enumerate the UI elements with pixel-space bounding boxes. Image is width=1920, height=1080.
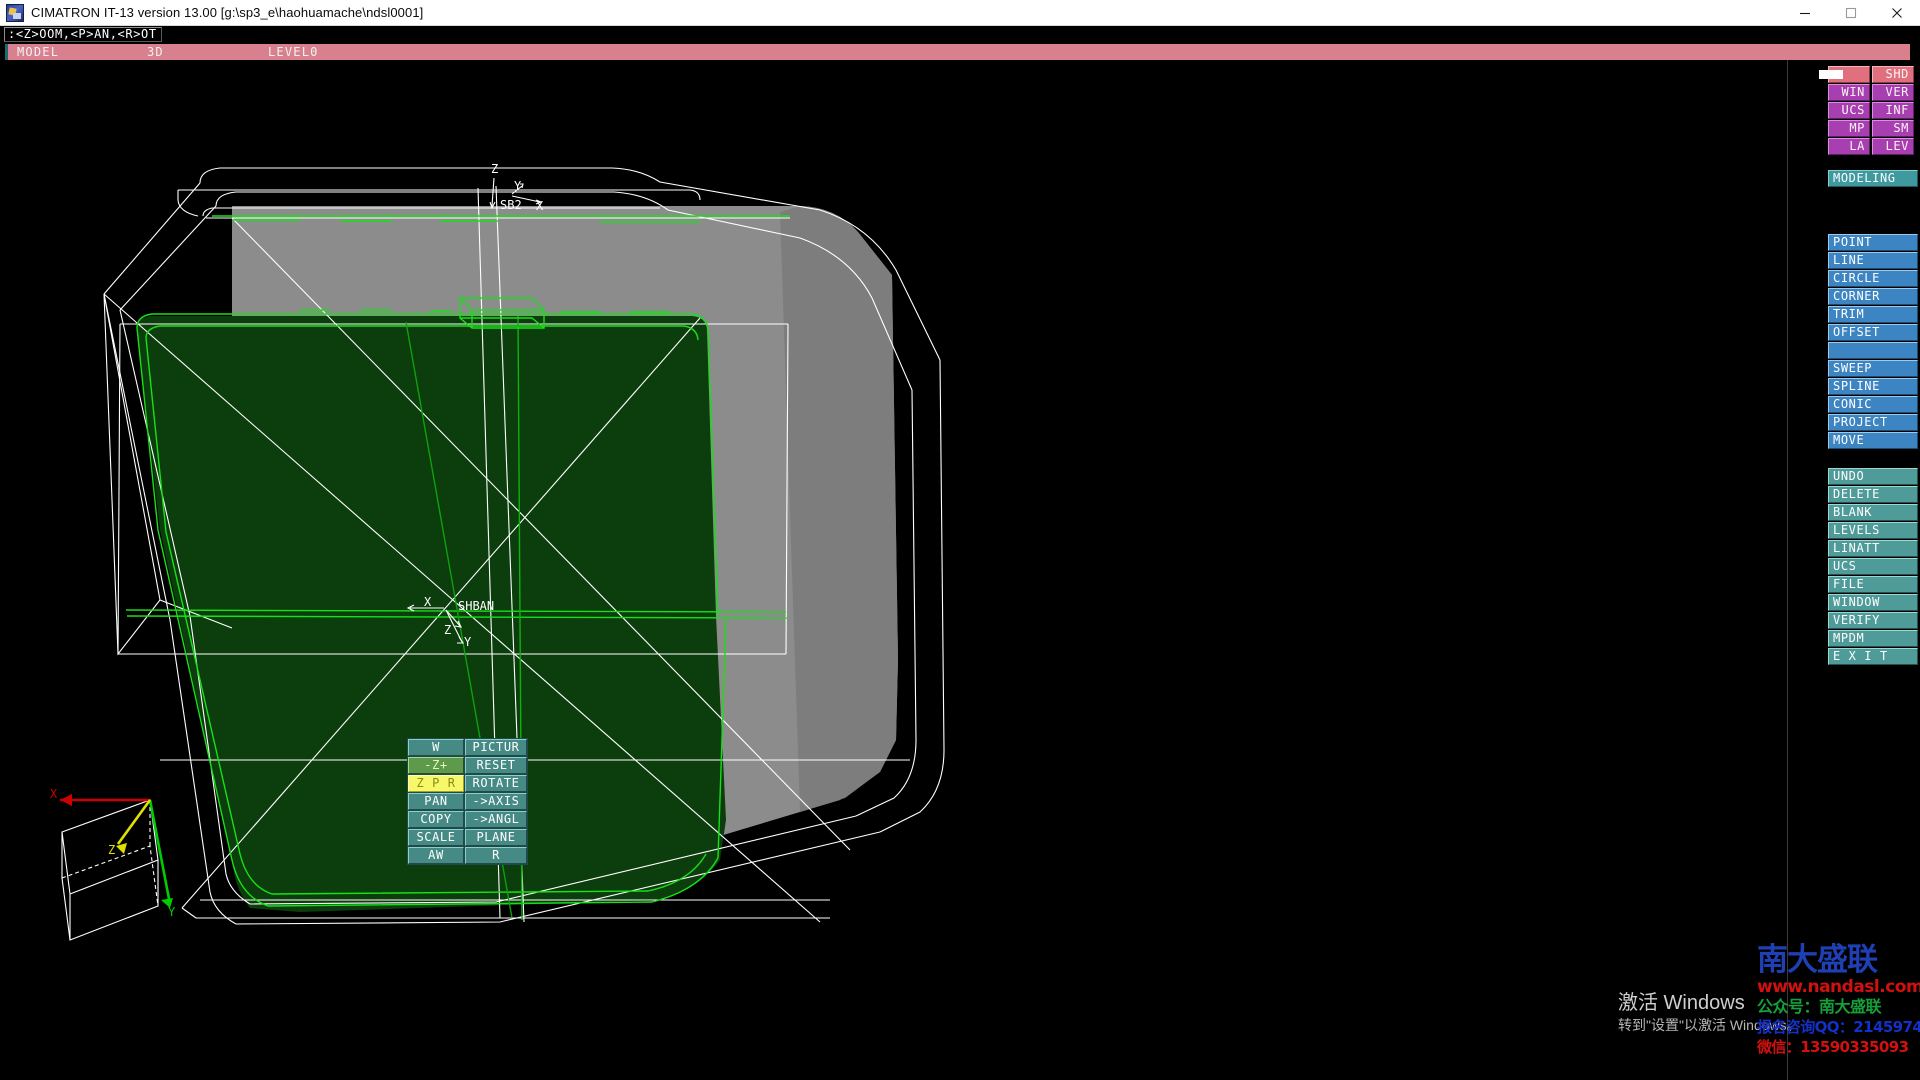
brand-url: www.nandasl.com: [1757, 977, 1920, 997]
popup-item-r[interactable]: R: [465, 847, 527, 864]
menu-item-move[interactable]: MOVE: [1828, 432, 1918, 449]
status-level: LEVEL0: [268, 45, 319, 59]
cad-scene: Z Y X SB2 X Z Y SHBAN X Y Z: [50, 162, 945, 941]
toggle-button-ucs[interactable]: UCS: [1828, 102, 1870, 119]
mode-button-modeling[interactable]: MODELING: [1828, 170, 1918, 187]
popup-item-z[interactable]: -Z+: [408, 757, 464, 774]
menu-item-levels[interactable]: LEVELS: [1828, 522, 1918, 539]
ucs-shban-z-label: Z: [444, 623, 451, 637]
maximize-icon[interactable]: [1828, 0, 1874, 25]
toggle-button-pad[interactable]: SHD WIN VER UCS INF MP SM LA LEV: [1828, 66, 1914, 155]
minimize-icon[interactable]: [1782, 0, 1828, 25]
ucs-sb2-y-label: Y: [514, 179, 522, 193]
menu-item-verify[interactable]: VERIFY: [1828, 612, 1918, 629]
popup-item-reset[interactable]: RESET: [465, 757, 527, 774]
brand-public-account: 公众号：南大盛联: [1757, 997, 1882, 1016]
utility-menu-group: UNDO DELETE BLANK LEVELS LINATT UCS FILE WINDOW…: [1828, 468, 1918, 666]
application-window: CIMATRON IT-13 version 13.00 [g:\sp3_e\h…: [0, 0, 1920, 1080]
cad-viewport[interactable]: Z Y X SB2 X Z Y SHBAN X Y Z W PICTUR -Z+…: [0, 60, 1787, 1080]
menu-item-mpdm[interactable]: MPDM: [1828, 630, 1918, 647]
status-model: MODEL: [17, 45, 60, 59]
menu-item-spline[interactable]: SPLINE: [1828, 378, 1918, 395]
popup-item-pan[interactable]: PAN: [408, 793, 464, 810]
menu-item-exit[interactable]: E X I T: [1828, 648, 1918, 665]
menu-item-line[interactable]: LINE: [1828, 252, 1918, 269]
menu-item-blank[interactable]: BLANK: [1828, 504, 1918, 521]
toggle-button-la[interactable]: LA: [1828, 138, 1870, 155]
cube-axis-y: [148, 799, 172, 905]
menu-item-ucs[interactable]: UCS: [1828, 558, 1918, 575]
popup-item-aw[interactable]: AW: [408, 847, 464, 864]
ucs-sb2-x-label: X: [536, 199, 544, 213]
popup-item-scale[interactable]: SCALE: [408, 829, 464, 846]
menu-item-conic[interactable]: CONIC: [1828, 396, 1918, 413]
toggle-button-mp[interactable]: MP: [1828, 120, 1870, 137]
menu-item-file[interactable]: FILE: [1828, 576, 1918, 593]
menu-item-project[interactable]: PROJECT: [1828, 414, 1918, 431]
menu-item-delete[interactable]: DELETE: [1828, 486, 1918, 503]
mode-button-wrap: MODELING: [1828, 170, 1918, 188]
popup-item-pictur[interactable]: PICTUR: [465, 739, 527, 756]
toggle-button-sm[interactable]: SM: [1872, 120, 1914, 137]
toggle-button-inf[interactable]: INF: [1872, 102, 1914, 119]
command-prompt-input[interactable]: :<Z>OOM,<P>AN,<R>OT: [4, 27, 162, 42]
menu-item-circle[interactable]: CIRCLE: [1828, 270, 1918, 287]
status-mode: 3D: [147, 45, 164, 59]
orientation-cube: X Y Z: [50, 787, 176, 941]
ucs-shban-y-label: Y: [464, 635, 472, 649]
popup-item-plane[interactable]: PLANE: [465, 829, 527, 846]
right-sidebar: SHD WIN VER UCS INF MP SM LA LEV MODELING POINT L…: [1787, 60, 1920, 1080]
shaded-gray-surface-right: [780, 206, 898, 812]
toggle-button-ver[interactable]: VER: [1872, 84, 1914, 101]
brand-watermark: 南大盛联 www.nandasl.com 公众号：南大盛联 报名咨询QQ：214…: [1757, 944, 1920, 1057]
menu-item-point[interactable]: POINT: [1828, 234, 1918, 251]
menu-item-undo[interactable]: UNDO: [1828, 468, 1918, 485]
window-title: CIMATRON IT-13 version 13.00 [g:\sp3_e\h…: [31, 5, 424, 20]
popup-item-z-p-r[interactable]: Z P R: [408, 775, 464, 792]
popup-item-angl[interactable]: ->ANGL: [465, 811, 527, 828]
ucs-sb2-z-label: Z: [491, 162, 498, 176]
toggle-button-win[interactable]: WIN: [1828, 84, 1870, 101]
menu-item-window[interactable]: WINDOW: [1828, 594, 1918, 611]
menu-item-offset[interactable]: OFFSET: [1828, 324, 1918, 341]
geometry-menu-group: POINT LINE CIRCLE CORNER TRIM OFFSET SWEEP SPLI…: [1828, 234, 1918, 450]
prompt-row: :<Z>OOM,<P>AN,<R>OT: [0, 26, 1920, 42]
menu-item-spacer-0-6: [1828, 342, 1918, 359]
brand-wechat: 微信：13590335093: [1757, 1038, 1909, 1056]
popup-item-w[interactable]: W: [408, 739, 464, 756]
title-bar: CIMATRON IT-13 version 13.00 [g:\sp3_e\h…: [0, 0, 1920, 26]
cube-axis-z-label: Z: [108, 843, 115, 857]
status-bar: MODEL 3D LEVEL0: [5, 44, 1910, 60]
popup-item-axis[interactable]: ->AXIS: [465, 793, 527, 810]
toggle-button-shd[interactable]: SHD: [1872, 66, 1914, 83]
menu-item-trim[interactable]: TRIM: [1828, 306, 1918, 323]
popup-item-rotate[interactable]: ROTATE: [465, 775, 527, 792]
cube-axis-x-label: X: [50, 787, 58, 801]
ucs-sb2-name: SB2: [500, 198, 522, 212]
menu-item-corner[interactable]: CORNER: [1828, 288, 1918, 305]
popup-item-copy[interactable]: COPY: [408, 811, 464, 828]
menu-item-sweep[interactable]: SWEEP: [1828, 360, 1918, 377]
toggle-button-blank-0[interactable]: [1828, 66, 1870, 83]
ucs-shban-name: SHBAN: [458, 599, 494, 613]
toggle-button-lev[interactable]: LEV: [1872, 138, 1914, 155]
brand-qq: 报名咨询QQ：2145974570: [1757, 1018, 1920, 1036]
cube-axis-z: [116, 799, 152, 845]
view-control-popup-menu[interactable]: W PICTUR -Z+ RESET Z P R ROTATE PAN ->AXIS COPY -…: [407, 738, 528, 865]
ucs-shban-x-label: X: [424, 595, 432, 609]
close-icon[interactable]: [1874, 0, 1920, 25]
cube-axis-y-label: Y: [168, 905, 176, 919]
cimatron-app-icon: [6, 3, 24, 22]
brand-logo-text: 南大盛联: [1757, 942, 1878, 978]
menu-item-linatt[interactable]: LINATT: [1828, 540, 1918, 557]
